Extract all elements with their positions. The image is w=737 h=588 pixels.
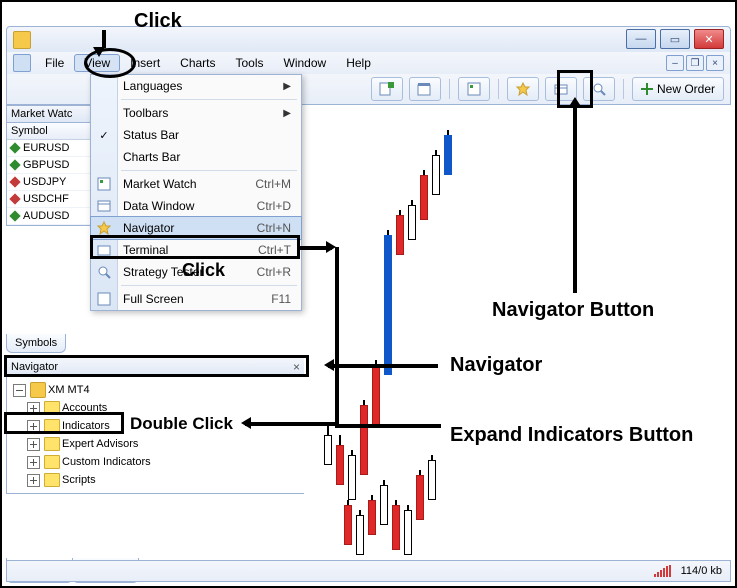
menu-insert[interactable]: Insert (120, 54, 170, 72)
star-icon (96, 220, 112, 236)
tree-item-custom-indicators[interactable]: Custom Indicators (13, 453, 298, 471)
toolbar-profiles-button[interactable] (409, 77, 441, 101)
trend-up-icon (9, 159, 20, 170)
tree-item-accounts[interactable]: Accounts (13, 399, 298, 417)
trend-up-icon (9, 210, 20, 221)
new-order-label: New Order (657, 82, 715, 96)
term-icon (96, 242, 112, 258)
app-icon (13, 31, 31, 49)
check-icon: ✓ (96, 127, 112, 143)
market-watch-panel: Market Watc Symbol EURUSDGBPUSDUSDJPYUSD… (6, 105, 91, 226)
trend-down-icon (9, 193, 20, 204)
app-window: — ▭ ✕ File View Insert Charts Tools Wind… (0, 0, 737, 588)
menu-navigator[interactable]: NavigatorCtrl+N (91, 217, 301, 239)
chart-area[interactable] (304, 105, 731, 558)
menu-charts[interactable]: Charts (170, 54, 225, 72)
doc-icon (13, 54, 31, 72)
menu-tools[interactable]: Tools (226, 54, 274, 72)
menu-market-watch[interactable]: Market WatchCtrl+M (91, 173, 301, 195)
toolbar-new-chart-button[interactable] (371, 77, 403, 101)
navigator-tree: XM MT4 AccountsIndicatorsExpert Advisors… (7, 377, 304, 493)
minimize-button[interactable]: — (626, 29, 656, 49)
menu-terminal[interactable]: TerminalCtrl+T (91, 239, 301, 261)
menu-file[interactable]: File (35, 54, 74, 72)
expand-icon[interactable] (27, 420, 40, 433)
folder-icon (44, 437, 60, 451)
market-watch-col-symbol[interactable]: Symbol (7, 123, 90, 140)
tree-item-expert-advisors[interactable]: Expert Advisors (13, 435, 298, 453)
trend-up-icon (9, 142, 20, 153)
menu-window[interactable]: Window (274, 54, 337, 72)
folder-icon (44, 455, 60, 469)
menu-bar: File View Insert Charts Tools Window Hel… (6, 52, 731, 74)
menu-full-screen[interactable]: Full ScreenF11 (91, 288, 301, 310)
mw-icon (96, 176, 112, 192)
folder-icon (44, 473, 60, 487)
toolbar-navigator-button[interactable] (507, 77, 539, 101)
toolbar-tester-button[interactable] (583, 77, 615, 101)
navigator-close-button[interactable]: × (293, 360, 300, 374)
dw-icon (96, 198, 112, 214)
child-close[interactable]: × (706, 55, 724, 71)
new-order-button[interactable]: New Order (632, 77, 724, 101)
market-watch-title: Market Watc (7, 106, 90, 123)
tree-root[interactable]: XM MT4 (13, 381, 298, 399)
market-watch-row[interactable]: AUDUSD (7, 208, 90, 225)
tree-item-indicators[interactable]: Indicators (13, 417, 298, 435)
connection-icon (654, 565, 671, 577)
toolbar-market-watch-button[interactable] (458, 77, 490, 101)
plus-icon (641, 83, 653, 95)
folder-icon (44, 401, 60, 415)
menu-help[interactable]: Help (336, 54, 381, 72)
trend-down-icon (9, 176, 20, 187)
expand-icon[interactable] (27, 456, 40, 469)
maximize-button[interactable]: ▭ (660, 29, 690, 49)
menu-charts-bar[interactable]: Charts Bar (91, 146, 301, 168)
tester-icon (96, 264, 112, 280)
navigator-title: Navigator (11, 361, 58, 373)
menu-strategy-tester[interactable]: Strategy TesterCtrl+R (91, 261, 301, 283)
child-minimize[interactable]: – (666, 55, 684, 71)
market-watch-row[interactable]: EURUSD (7, 140, 90, 157)
folder-icon (44, 419, 60, 433)
expand-icon[interactable] (27, 438, 40, 451)
status-speed: 114/0 kb (681, 565, 722, 577)
folder-icon (30, 382, 46, 398)
collapse-icon[interactable] (13, 384, 26, 397)
child-restore[interactable]: ❐ (686, 55, 704, 71)
navigator-header: Navigator × (7, 358, 304, 377)
expand-icon[interactable] (27, 474, 40, 487)
market-watch-tab-symbols[interactable]: Symbols (6, 334, 66, 353)
expand-icon[interactable] (27, 402, 40, 415)
title-bar: — ▭ ✕ (6, 26, 731, 54)
menu-languages[interactable]: Languages▶ (91, 75, 301, 97)
menu-data-window[interactable]: Data WindowCtrl+D (91, 195, 301, 217)
fs-icon (96, 291, 112, 307)
market-watch-row[interactable]: GBPUSD (7, 157, 90, 174)
menu-toolbars[interactable]: Toolbars▶ (91, 102, 301, 124)
market-watch-row[interactable]: USDCHF (7, 191, 90, 208)
tree-item-scripts[interactable]: Scripts (13, 471, 298, 489)
close-button[interactable]: ✕ (694, 29, 724, 49)
view-dropdown: Languages▶ Toolbars▶ ✓Status Bar Charts … (90, 74, 302, 311)
market-watch-row[interactable]: USDJPY (7, 174, 90, 191)
menu-status-bar[interactable]: ✓Status Bar (91, 124, 301, 146)
status-bar: 114/0 kb (6, 560, 731, 582)
